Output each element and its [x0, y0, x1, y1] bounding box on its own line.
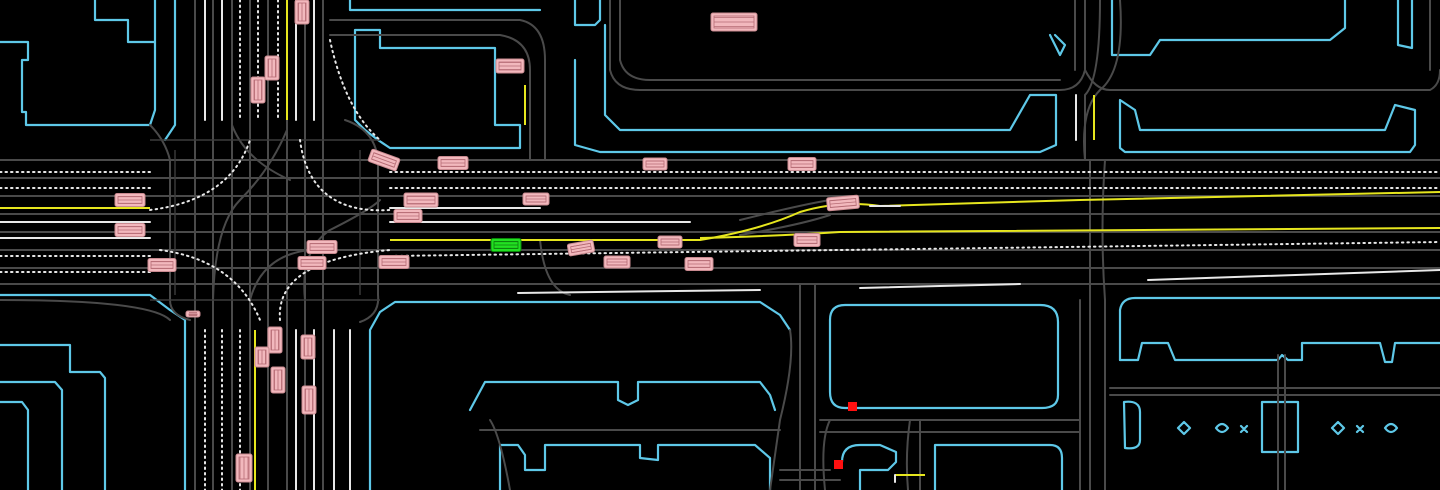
- curb-bottom-center-right-b: [840, 443, 898, 490]
- curb-top-center-right-block: [573, 23, 1058, 154]
- agent-vehicle: [264, 55, 280, 81]
- curb-bottom-left-c: [0, 380, 64, 490]
- curb-bottom-center-c: [498, 443, 772, 490]
- curb-top-right-c: [1396, 0, 1414, 50]
- agent-vehicle: [114, 223, 146, 237]
- curb-bottom-right-e: [1176, 420, 1399, 436]
- curb-bottom-center-b: [468, 380, 777, 412]
- lane-layer: [0, 0, 1440, 490]
- curb-top-center-block: [353, 28, 522, 150]
- curb-bottom-right-d: [1260, 400, 1300, 454]
- curb-top-center-right: [573, 0, 602, 27]
- curb-bottom-left-d: [0, 400, 30, 490]
- curb-bottom-right-x: [1239, 424, 1365, 434]
- agent-vehicle: [235, 453, 253, 483]
- signals-layer: [834, 402, 857, 469]
- agent-vehicle: [301, 385, 317, 415]
- agent-vehicle: [710, 12, 758, 32]
- curb-top-right-a: [1110, 0, 1347, 57]
- curb-top-left-inner: [93, 0, 157, 44]
- agent-vehicle: [294, 0, 310, 25]
- agent-vehicle: [393, 209, 423, 223]
- curb-top-center-left-block: [348, 0, 542, 12]
- agent-vehicle: [300, 334, 316, 360]
- traffic-signal-red: [848, 402, 857, 411]
- agent-vehicle: [793, 233, 821, 247]
- curb-bottom-center-right-block: [828, 303, 1060, 410]
- agent-vehicle: [147, 258, 177, 272]
- agent-vehicle: [378, 255, 410, 269]
- ego-vehicle: [490, 238, 522, 252]
- agent-vehicle: [437, 156, 469, 170]
- curb-top-right-b: [1048, 33, 1067, 57]
- agent-vehicle: [250, 76, 266, 104]
- curb-bottom-right-b: [1118, 341, 1440, 364]
- curb-bottom-center-right-c: [933, 443, 1064, 490]
- agent-vehicle: [522, 192, 550, 206]
- curb-top-left-b: [163, 0, 177, 142]
- agent-vehicle: [185, 310, 201, 318]
- agent-vehicle: [642, 157, 668, 171]
- agent-vehicle: [267, 326, 283, 354]
- agent-vehicle: [495, 58, 525, 74]
- agent-vehicle: [826, 194, 860, 212]
- agent-vehicle: [603, 255, 631, 269]
- agent-vehicle: [270, 366, 286, 394]
- agent-vehicle: [684, 257, 714, 271]
- agent-vehicle: [787, 157, 817, 171]
- curb-top-right-d: [1118, 98, 1417, 154]
- traffic-signal-red: [834, 460, 843, 469]
- marking-layer: [0, 0, 1440, 490]
- agent-vehicle: [254, 346, 270, 368]
- agent-vehicle: [114, 193, 146, 207]
- curb-bottom-left-b: [0, 343, 107, 490]
- agent-vehicle: [306, 240, 338, 254]
- map-view: [0, 0, 1440, 490]
- agent-vehicle: [367, 148, 401, 172]
- curb-top-left-block: [0, 0, 157, 127]
- map-canvas: [0, 0, 1440, 490]
- agent-vehicle: [403, 192, 439, 208]
- curb-layer: [0, 0, 1440, 490]
- curb-bottom-right-a: [1118, 296, 1440, 362]
- agent-vehicle: [657, 235, 683, 249]
- curb-bottom-right-c: [1122, 400, 1142, 450]
- agent-vehicle: [566, 239, 596, 257]
- curb-bottom-center-a: [368, 300, 792, 490]
- agent-vehicle: [297, 256, 327, 270]
